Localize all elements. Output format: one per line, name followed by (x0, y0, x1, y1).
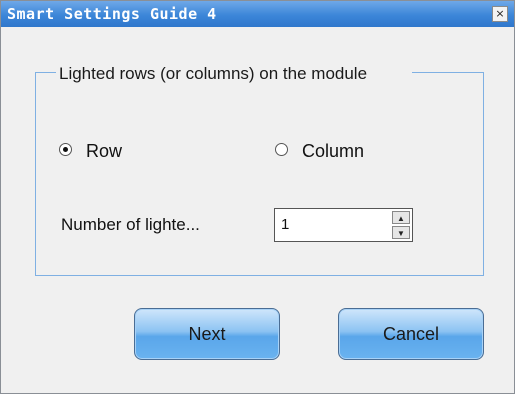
chevron-down-icon: ▼ (397, 229, 405, 238)
next-button-label: Next (188, 323, 226, 344)
row-radio-label: Row (86, 141, 123, 161)
column-radio-label: Column (302, 141, 365, 161)
next-button[interactable]: Next (134, 308, 280, 360)
radio-checked-icon[interactable] (59, 143, 72, 156)
window-title: Smart Settings Guide 4 (7, 5, 217, 23)
spin-down-button[interactable]: ▼ (392, 226, 410, 239)
close-icon: × (495, 7, 505, 20)
close-button[interactable]: × (492, 6, 508, 22)
title-bar[interactable]: Smart Settings Guide 4 × (1, 1, 514, 27)
chevron-up-icon: ▲ (397, 214, 405, 223)
spin-up-button[interactable]: ▲ (392, 211, 410, 224)
group-legend: Lighted rows (or columns) on the module (56, 63, 412, 85)
dialog-window: Smart Settings Guide 4 × Lighted rows (o… (0, 0, 515, 394)
number-spinbox[interactable]: 1 ▲ ▼ (274, 208, 413, 242)
spinbox-value[interactable]: 1 (281, 216, 289, 233)
radio-unchecked-icon[interactable] (275, 143, 288, 156)
spinbox-buttons: ▲ ▼ (392, 211, 410, 239)
number-of-lighted-label: Number of lighte... (61, 215, 200, 234)
lighted-rows-groupbox (35, 72, 484, 276)
cancel-button-label: Cancel (382, 323, 440, 344)
cancel-button[interactable]: Cancel (338, 308, 484, 360)
